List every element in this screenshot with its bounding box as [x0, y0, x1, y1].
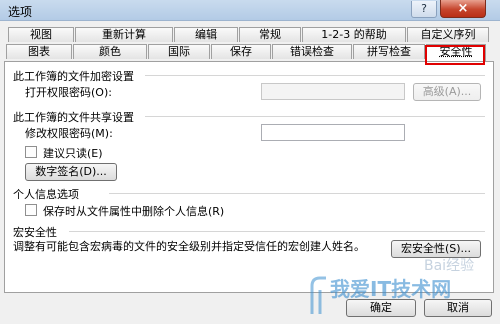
remove-personal-info-checkbox[interactable] — [25, 204, 37, 216]
tab-label: 保存 — [230, 45, 252, 58]
tab-error-checking[interactable]: 错误检查 — [272, 44, 352, 59]
tab-label: 错误检查 — [290, 45, 334, 58]
tab-save[interactable]: 保存 — [211, 44, 271, 59]
modify-password-label: 修改权限密码(M): — [25, 127, 113, 140]
readonly-checkbox[interactable] — [25, 146, 37, 158]
tab-view[interactable]: 视图 — [8, 27, 74, 42]
tab-label: 1-2-3 的帮助 — [321, 28, 387, 41]
divider — [69, 231, 485, 232]
tab-label: 重新计算 — [102, 28, 146, 41]
open-password-label: 打开权限密码(O): — [25, 86, 112, 99]
title-bar: 选项 ? × — [0, 0, 500, 21]
dialog-title: 选项 — [8, 5, 33, 19]
tab-label: 视图 — [30, 28, 52, 41]
tab-label: 国际 — [168, 45, 190, 58]
tab-123-help[interactable]: 1-2-3 的帮助 — [302, 27, 406, 42]
highlight-box — [425, 45, 485, 65]
section-heading-encryption: 此工作簿的文件加密设置 — [13, 70, 134, 83]
tab-label: 颜色 — [99, 45, 121, 58]
open-password-input[interactable] — [261, 83, 405, 100]
tab-spelling[interactable]: 拼写检查 — [353, 44, 425, 59]
divider — [145, 75, 485, 76]
options-dialog: 选项 ? × 视图 重新计算 编辑 常规 1-2-3 的帮助 自定义序列 图表 … — [0, 0, 500, 324]
tab-label: 自定义序列 — [420, 28, 476, 41]
macro-security-button[interactable]: 宏安全性(S)... — [391, 240, 481, 258]
tab-recalculate[interactable]: 重新计算 — [75, 27, 173, 42]
security-panel: 此工作簿的文件加密设置 打开权限密码(O): 高级(A)... 此工作簿的文件共… — [4, 61, 494, 293]
tab-label: 编辑 — [195, 28, 217, 41]
divider — [145, 116, 485, 117]
ok-button[interactable]: 确定 — [346, 299, 416, 317]
tab-general[interactable]: 常规 — [239, 27, 301, 42]
readonly-label: 建议只读(E) — [43, 147, 103, 160]
tab-chart[interactable]: 图表 — [6, 44, 72, 59]
tab-label: 常规 — [259, 28, 281, 41]
remove-personal-info-label: 保存时从文件属性中删除个人信息(R) — [43, 205, 225, 218]
digital-signature-button[interactable]: 数字签名(D)... — [25, 163, 117, 181]
divider — [109, 193, 485, 194]
macro-description: 调整有可能包含宏病毒的文件的安全级别并指定受信任的宏创建人姓名。 — [13, 240, 365, 253]
section-heading-sharing: 此工作簿的文件共享设置 — [13, 111, 134, 124]
tab-international[interactable]: 国际 — [148, 44, 210, 59]
advanced-button[interactable]: 高级(A)... — [413, 83, 481, 101]
tab-edit[interactable]: 编辑 — [174, 27, 238, 42]
tab-color[interactable]: 颜色 — [73, 44, 147, 59]
help-icon[interactable]: ? — [411, 1, 437, 18]
modify-password-input[interactable] — [261, 124, 405, 141]
tab-custom-lists[interactable]: 自定义序列 — [407, 27, 489, 42]
close-icon[interactable]: × — [440, 0, 486, 18]
tab-label: 拼写检查 — [367, 45, 411, 58]
cancel-button[interactable]: 取消 — [424, 299, 492, 317]
section-heading-privacy: 个人信息选项 — [13, 188, 79, 201]
tab-label: 图表 — [28, 45, 50, 58]
